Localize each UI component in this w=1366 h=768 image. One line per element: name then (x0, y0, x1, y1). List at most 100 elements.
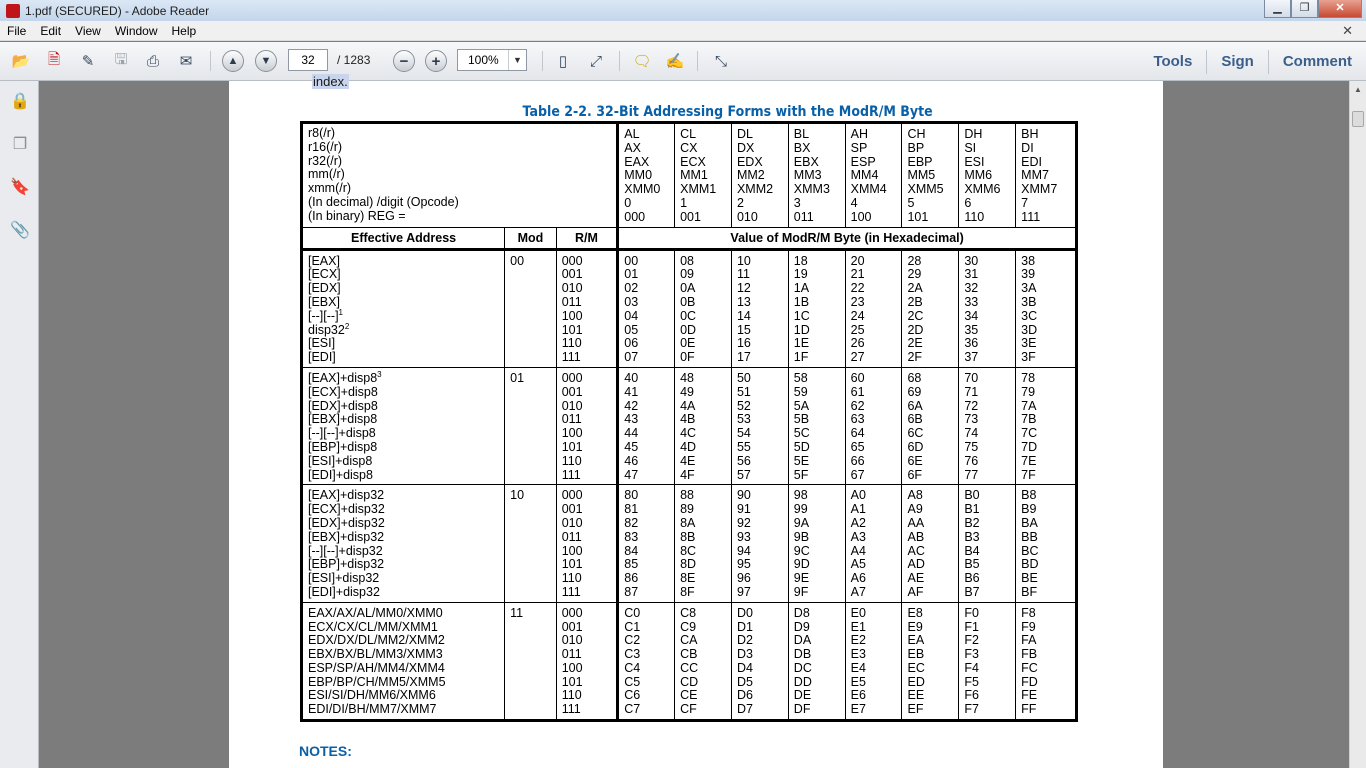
value-cell: D8 D9 DA DB DC DD DE DF (788, 602, 846, 721)
footnote-marker: 3 (377, 369, 382, 379)
value-cell: 10 11 12 13 14 15 16 17 (731, 249, 789, 368)
value-cell: 88 89 8A 8B 8C 8D 8E 8F (674, 484, 732, 603)
reg-col: BL BX EBX MM3 XMM3 3 011 (788, 122, 846, 228)
value-cell: B8 B9 BA BB BC BD BE BF (1015, 484, 1077, 603)
reg-header-row: r8(/r) r16(/r) r32(/r) mm(/r) xmm(/r) (I… (301, 122, 1077, 228)
prev-page-icon[interactable]: ▲ (222, 50, 244, 72)
reg-labels: r8(/r) r16(/r) r32(/r) mm(/r) xmm(/r) (I… (301, 122, 619, 228)
value-cell: 48 49 4A 4B 4C 4D 4E 4F (674, 367, 732, 486)
rm-cell: 000 001 010 011 100 101 110 111 (556, 249, 619, 368)
highlight-icon[interactable]: ✍ (663, 50, 687, 72)
value-cell: B0 B1 B2 B3 B4 B5 B6 B7 (958, 484, 1017, 603)
create-pdf-icon[interactable]: 🗎 (42, 50, 66, 72)
reg-col: BH DI EDI MM7 XMM7 7 111 (1015, 122, 1077, 228)
menu-view[interactable]: View (68, 24, 108, 38)
title-bar: 1.pdf (SECURED) - Adobe Reader ▁ ❐ ✕ (0, 0, 1366, 21)
scroll-thumb[interactable] (1352, 111, 1364, 127)
value-cell: F8 F9 FA FB FC FD FE FF (1015, 602, 1077, 721)
fullscreen-icon[interactable]: ⤡ (709, 50, 733, 72)
navigation-pane: 🔒 ❐ 🔖 📎 (0, 81, 39, 768)
col-mod: Mod (504, 226, 557, 251)
value-cell: 50 51 52 53 54 55 56 57 (731, 367, 789, 486)
email-icon[interactable]: ✉ (174, 50, 198, 72)
reg-col: CH BP EBP MM5 XMM5 5 101 (901, 122, 960, 228)
sign-button[interactable]: Sign (1207, 53, 1268, 70)
menu-file[interactable]: File (0, 24, 33, 38)
rm-cell: 000 001 010 011 100 101 110 111 (556, 484, 619, 603)
minimize-button[interactable]: ▁ (1264, 0, 1291, 18)
value-cell: 78 79 7A 7B 7C 7D 7E 7F (1015, 367, 1077, 486)
mod-cell: 00 (504, 249, 557, 368)
table-title: Table 2-2. 32-Bit Addressing Forms with … (522, 104, 933, 120)
reg-col: AL AX EAX MM0 XMM0 0 000 (616, 122, 676, 228)
page-number-input[interactable]: 32 (288, 49, 328, 71)
bookmarks-icon[interactable]: 🔖 (10, 177, 30, 197)
value-cell: 60 61 62 63 64 65 66 67 (845, 367, 903, 486)
zoom-value: 100% (468, 53, 499, 67)
close-button[interactable]: ✕ (1318, 0, 1362, 18)
close-document-icon[interactable]: ✕ (1335, 23, 1360, 39)
table-row-mod10: [EAX]+disp32 [ECX]+disp32 [EDX]+disp32 [… (301, 484, 1077, 603)
save-icon[interactable]: 🖫 (109, 50, 133, 72)
comment-button[interactable]: Comment (1269, 53, 1366, 70)
effective-address-cell: [EAX]+disp32 [ECX]+disp32 [EDX]+disp32 [… (301, 484, 506, 603)
menu-window[interactable]: Window (108, 24, 165, 38)
effective-address-cell: [EAX] [ECX] [EDX] [EBX] [--][--]1 disp32… (301, 249, 506, 368)
effective-address-cell: [EAX]+disp83 [ECX]+disp8 [EDX]+disp8 [EB… (301, 367, 506, 486)
value-cell: A8 A9 AA AB AC AD AE AF (901, 484, 960, 603)
maximize-button[interactable]: ❐ (1291, 0, 1318, 18)
value-cell: 98 99 9A 9B 9C 9D 9E 9F (788, 484, 846, 603)
col-rm: R/M (556, 226, 619, 251)
value-cell: A0 A1 A2 A3 A4 A5 A6 A7 (845, 484, 903, 603)
table-row-mod00: [EAX] [ECX] [EDX] [EBX] [--][--]1 disp32… (301, 249, 1077, 368)
rm-cell: 000 001 010 011 100 101 110 111 (556, 367, 619, 486)
menu-edit[interactable]: Edit (33, 24, 68, 38)
edit-icon[interactable]: ✎ (76, 50, 100, 72)
value-cell: F0 F1 F2 F3 F4 F5 F6 F7 (958, 602, 1017, 721)
value-cell: 70 71 72 73 74 75 76 77 (958, 367, 1017, 486)
reg-col: DL DX EDX MM2 XMM2 2 010 (731, 122, 789, 228)
mod-cell: 11 (504, 602, 557, 721)
value-cell: D0 D1 D2 D3 D4 D5 D6 D7 (731, 602, 789, 721)
value-cell: E0 E1 E2 E3 E4 E5 E6 E7 (845, 602, 903, 721)
chevron-down-icon[interactable]: ▼ (508, 50, 526, 70)
document-page: index. Table 2-2. 32-Bit Addressing Form… (229, 74, 1163, 768)
print-icon[interactable]: ⎙ (141, 50, 165, 72)
open-folder-icon[interactable]: 📂 (9, 50, 33, 72)
next-page-icon[interactable]: ▼ (255, 50, 277, 72)
menu-help[interactable]: Help (165, 24, 204, 38)
adobe-reader-icon (6, 3, 20, 18)
attachments-icon[interactable]: 📎 (10, 220, 30, 240)
table-row-mod11: EAX/AX/AL/MM0/XMM0 ECX/CX/CL/MM/XMM1 EDX… (301, 602, 1077, 721)
lock-icon[interactable]: 🔒 (10, 91, 30, 111)
modrm-table: r8(/r) r16(/r) r32(/r) mm(/r) xmm(/r) (I… (300, 121, 1078, 723)
value-cell: 38 39 3A 3B 3C 3D 3E 3F (1015, 249, 1077, 368)
page-total: / 1283 (337, 53, 371, 67)
value-cell: 00 01 02 03 04 05 06 07 (616, 249, 676, 368)
value-cell: 40 41 42 43 44 45 46 47 (616, 367, 676, 486)
value-cell: 18 19 1A 1B 1C 1D 1E 1F (788, 249, 846, 368)
value-cell: E8 E9 EA EB EC ED EE EF (901, 602, 960, 721)
value-cell: 30 31 32 33 34 35 36 37 (958, 249, 1017, 368)
fit-width-icon[interactable]: ⤢ (584, 50, 608, 72)
value-cell: 68 69 6A 6B 6C 6D 6E 6F (901, 367, 960, 486)
zoom-out-icon[interactable]: − (393, 50, 415, 72)
fit-page-icon[interactable]: ▯ (551, 50, 575, 72)
reg-col: CL CX ECX MM1 XMM1 1 001 (674, 122, 732, 228)
page-thumbnails-icon[interactable]: ❐ (10, 134, 30, 154)
value-cell: 20 21 22 23 24 25 26 27 (845, 249, 903, 368)
tools-button[interactable]: Tools (1139, 53, 1206, 70)
mod-cell: 01 (504, 367, 557, 486)
vertical-scrollbar[interactable]: ▲ (1349, 81, 1366, 768)
zoom-select[interactable]: 100% ▼ (457, 49, 527, 71)
mod-cell: 10 (504, 484, 557, 603)
menu-bar: File Edit View Window Help ✕ (0, 21, 1366, 41)
effective-address-cell: EAX/AX/AL/MM0/XMM0 ECX/CX/CL/MM/XMM1 EDX… (301, 602, 506, 721)
comment-icon[interactable]: 🗨 (630, 50, 654, 72)
scroll-up-icon[interactable]: ▲ (1350, 81, 1366, 98)
column-header-row: Effective Address Mod R/M Value of ModR/… (301, 226, 1077, 251)
reg-col: DH SI ESI MM6 XMM6 6 110 (958, 122, 1017, 228)
zoom-in-icon[interactable]: + (425, 50, 447, 72)
col-value: Value of ModR/M Byte (in Hexadecimal) (616, 226, 1077, 251)
reg-col: AH SP ESP MM4 XMM4 4 100 (845, 122, 903, 228)
